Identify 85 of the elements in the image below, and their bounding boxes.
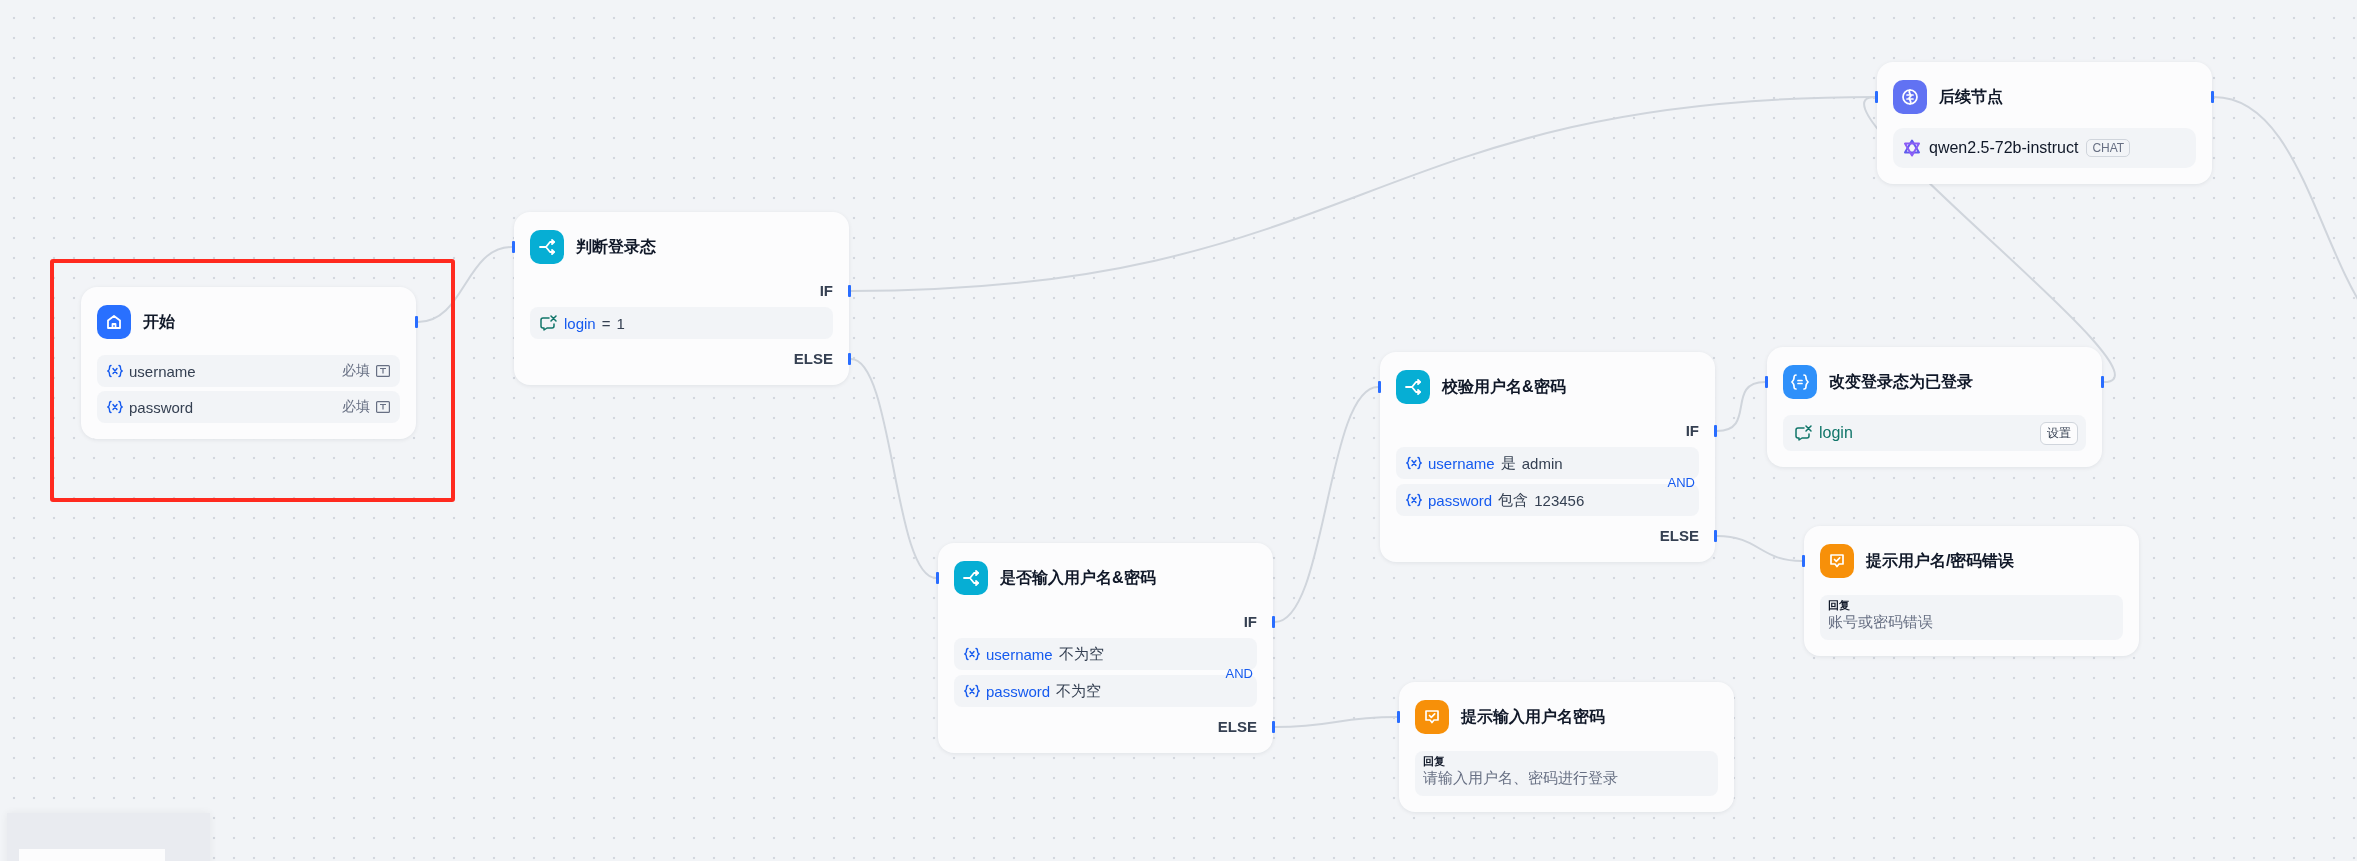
hexagram-icon (1903, 139, 1921, 157)
variable-name: login (1819, 424, 1853, 442)
chat-variable-icon (540, 315, 558, 331)
condition-operator: = (601, 314, 611, 332)
variable-name: password (1428, 491, 1493, 509)
answer-text: 请输入用户名、密码进行登录 (1423, 768, 1619, 788)
text-field-icon (376, 401, 390, 413)
connection-handle[interactable] (1397, 711, 1400, 723)
connection-handle[interactable] (1714, 530, 1717, 542)
connection-handle[interactable] (1378, 381, 1381, 393)
variable-name: password (986, 682, 1051, 700)
text-field-icon (376, 365, 390, 377)
branch-label: IF (1685, 422, 1699, 439)
workflow-node[interactable]: 判断登录态 IF login = 1 ELSE (514, 212, 849, 385)
branch-label: ELSE (1217, 718, 1257, 735)
connection-handle[interactable] (2211, 91, 2214, 103)
condition-operator: 包含 (1498, 490, 1529, 510)
logic-label: AND (1225, 665, 1253, 680)
workflow-node[interactable]: 提示用户名/密码错误 回复 账号或密码错误 (1804, 526, 2139, 656)
workflow-node[interactable]: 后续节点 qwen2.5-72b-instruct CHAT (1877, 62, 2212, 184)
branch-label: ELSE (793, 350, 833, 367)
condition-operator: 不为空 (1058, 644, 1104, 664)
braces-equals-icon (1783, 365, 1817, 399)
node-title: 开始 (143, 311, 175, 332)
variable-icon (964, 647, 980, 661)
logic-label: AND (1667, 474, 1695, 489)
variable-icon (1406, 456, 1422, 470)
required-label: 必填 (342, 398, 370, 416)
connection-handle[interactable] (2101, 376, 2104, 388)
branch-label: IF (1243, 613, 1257, 630)
node-title: 提示输入用户名密码 (1461, 706, 1605, 727)
branch-label: IF (819, 282, 833, 299)
model-name: qwen2.5-72b-instruct (1929, 139, 2079, 157)
connection-handle[interactable] (1875, 91, 1878, 103)
variable-icon (1406, 493, 1422, 507)
condition-value: 123456 (1534, 491, 1585, 509)
chat-check-icon (1820, 544, 1854, 578)
connection-handle[interactable] (512, 241, 515, 253)
connection-handle[interactable] (848, 285, 851, 297)
connection-handle[interactable] (848, 353, 851, 365)
connection-handle[interactable] (936, 572, 939, 584)
branch-icon (530, 230, 564, 264)
variable-name: username (1428, 454, 1495, 472)
connection-handle[interactable] (1714, 425, 1717, 437)
variable-icon (107, 364, 123, 378)
node-title: 判断登录态 (576, 236, 656, 257)
node-title: 是否输入用户名&密码 (1000, 567, 1156, 588)
variable-icon (964, 684, 980, 698)
workflow-node[interactable]: 是否输入用户名&密码 IF username 不为空 password 不为空 AND ELSE (938, 543, 1273, 753)
branch-label: ELSE (1659, 527, 1699, 544)
variable-name: password (129, 398, 194, 416)
condition-value: 1 (616, 314, 625, 332)
workflow-node[interactable]: 改变登录态为已登录 login 设置 (1767, 347, 2102, 467)
connection-handle[interactable] (415, 316, 418, 328)
connection-handle[interactable] (1802, 555, 1805, 567)
node-title: 改变登录态为已登录 (1829, 371, 1973, 392)
variable-name: username (129, 362, 196, 380)
branch-icon (1396, 370, 1430, 404)
connector-line (1716, 381, 1766, 432)
condition-operator: 是 (1500, 453, 1516, 473)
node-title: 后续节点 (1939, 86, 2003, 107)
condition-operator: 不为空 (1056, 681, 1102, 701)
workflow-node[interactable]: 校验用户名&密码 IF username 是 admin password 包含 123456 AND ELSE (1380, 352, 1715, 562)
variable-name: login (564, 314, 596, 332)
workflow-node[interactable]: 开始 username 必填 password 必填 (81, 287, 416, 439)
node-title: 提示用户名/密码错误 (1866, 550, 2015, 571)
answer-label: 回复 (1423, 755, 1446, 768)
chat-check-icon (1415, 700, 1449, 734)
answer-text: 账号或密码错误 (1828, 612, 1934, 632)
answer-label: 回复 (1828, 599, 1851, 612)
operation-tag: 设置 (2040, 421, 2078, 445)
orb-icon (1893, 80, 1927, 114)
node-title: 校验用户名&密码 (1442, 376, 1566, 397)
connection-handle[interactable] (1272, 721, 1275, 733)
home-icon (97, 305, 131, 339)
mode-tag: CHAT (2086, 139, 2131, 157)
required-label: 必填 (342, 362, 370, 380)
chat-variable-icon (1795, 425, 1813, 441)
variable-name: username (986, 645, 1053, 663)
connection-handle[interactable] (1765, 376, 1768, 388)
connection-handle[interactable] (1272, 616, 1275, 628)
workflow-node[interactable]: 提示输入用户名密码 回复 请输入用户名、密码进行登录 (1399, 682, 1734, 812)
variable-icon (107, 400, 123, 414)
condition-value: admin (1521, 454, 1563, 472)
branch-icon (954, 561, 988, 595)
